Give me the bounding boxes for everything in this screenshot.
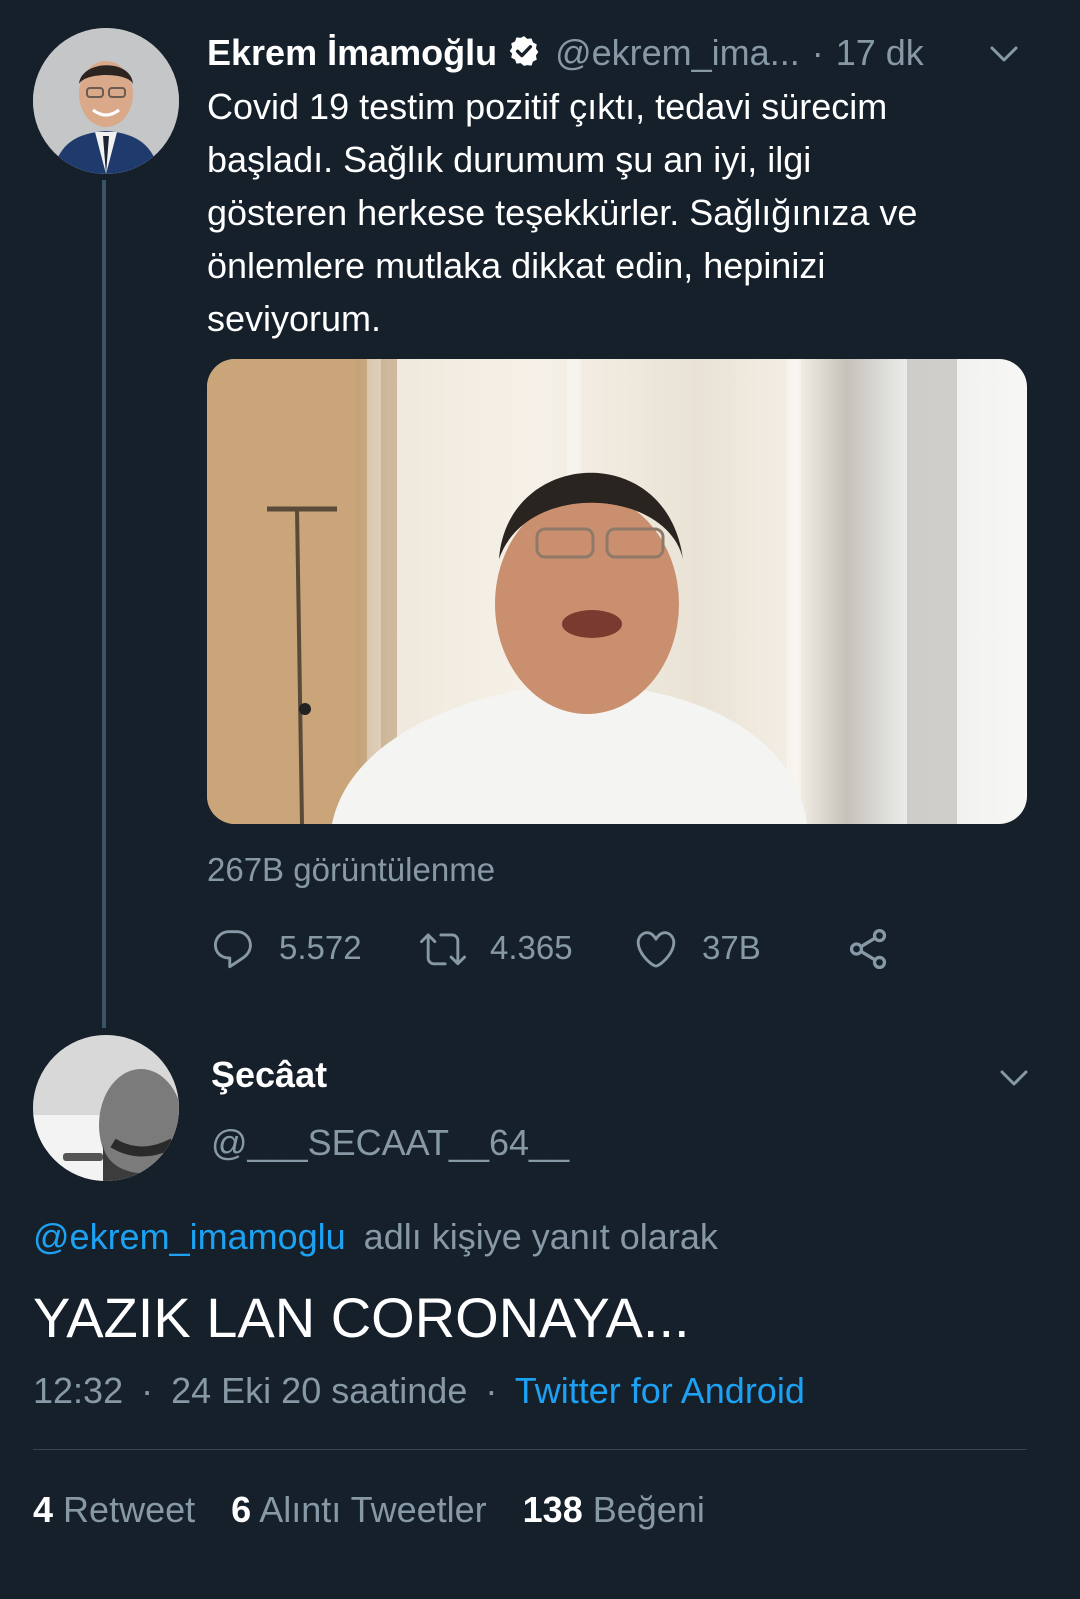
like-stat[interactable]: 138 Beğeni — [523, 1489, 705, 1530]
person-photo-icon — [33, 28, 179, 174]
tweet-text-line: başladı. Sağlık durumum şu an iyi, ilgi — [207, 139, 812, 180]
stats-divider — [33, 1449, 1027, 1450]
share-icon[interactable] — [845, 926, 891, 972]
reply-text: YAZIK LAN CORONAYA... — [33, 1286, 690, 1349]
thread-connector-line — [102, 180, 106, 1028]
tweet-text-line: önlemlere mutlaka dikkat edin, hepinizi — [207, 245, 826, 286]
replying-to-handle-link[interactable]: @ekrem_imamoglu — [33, 1216, 346, 1257]
like-count: 37B — [702, 929, 761, 966]
reply-date[interactable]: 24 Eki 20 saatinde — [171, 1370, 467, 1411]
quote-stat-label: Alıntı Tweetler — [259, 1489, 487, 1530]
reply-author-avatar[interactable] — [33, 1035, 179, 1181]
author-avatar[interactable] — [33, 28, 179, 174]
tweet-menu-chevron-down-icon[interactable] — [986, 36, 1022, 72]
verified-badge-icon — [507, 34, 541, 73]
person-photo-icon — [33, 1035, 179, 1181]
quote-stat-count: 6 — [231, 1489, 252, 1530]
replying-to-line: @ekrem_imamoglu adlı kişiye yanıt olarak — [33, 1216, 718, 1258]
author-name[interactable]: Ekrem İmamoğlu — [207, 32, 497, 74]
retweet-stat-label: Retweet — [63, 1489, 196, 1530]
like-heart-icon[interactable] — [633, 926, 679, 972]
video-frame-person-icon — [207, 359, 957, 824]
tweet-text-line: gösteren herkese teşekkürler. Sağlığınız… — [207, 192, 918, 233]
like-stat-label: Beğeni — [592, 1489, 705, 1530]
reply-author-name[interactable]: Şecâat — [211, 1054, 327, 1096]
engagement-stats: 4 Retweet 6 Alıntı Tweetler 138 Beğeni — [33, 1489, 705, 1531]
reply-source-link[interactable]: Twitter for Android — [515, 1370, 805, 1411]
retweet-stat-count: 4 — [33, 1489, 54, 1530]
retweet-stat[interactable]: 4 Retweet — [33, 1489, 205, 1530]
header-separator: · — [811, 32, 824, 73]
reply-count: 5.572 — [279, 929, 362, 966]
author-handle[interactable]: @ekrem_ima... — [555, 32, 800, 74]
quote-stat[interactable]: 6 Alıntı Tweetler — [231, 1489, 497, 1530]
view-count: 267B görüntülenme — [207, 851, 496, 888]
reply-meta-line: 12:32 · 24 Eki 20 saatinde · Twitter for… — [33, 1370, 805, 1412]
tweet-header: Ekrem İmamoğlu @ekrem_ima... · 17 dk — [207, 30, 1047, 76]
reply-menu-chevron-down-icon[interactable] — [996, 1060, 1032, 1096]
reply-author-handle[interactable]: @___SECAAT__64__ — [211, 1122, 569, 1164]
reply-icon[interactable] — [210, 926, 256, 972]
tweet-text: Covid 19 testim pozitif çıktı, tedavi sü… — [207, 80, 1047, 345]
tweet-text-line: seviyorum. — [207, 298, 382, 339]
reply-time[interactable]: 12:32 — [33, 1370, 123, 1411]
retweet-count: 4.365 — [490, 929, 573, 966]
reply-meta-separator: · — [485, 1370, 498, 1411]
replying-to-suffix: adlı kişiye yanıt olarak — [363, 1216, 718, 1257]
like-stat-count: 138 — [522, 1489, 583, 1530]
tweet-video[interactable] — [207, 359, 1027, 824]
tweet-text-line: Covid 19 testim pozitif çıktı, tedavi sü… — [207, 86, 888, 127]
tweet-time-ago[interactable]: 17 dk — [836, 32, 924, 74]
reply-meta-separator: · — [141, 1370, 154, 1411]
retweet-icon[interactable] — [420, 926, 466, 972]
